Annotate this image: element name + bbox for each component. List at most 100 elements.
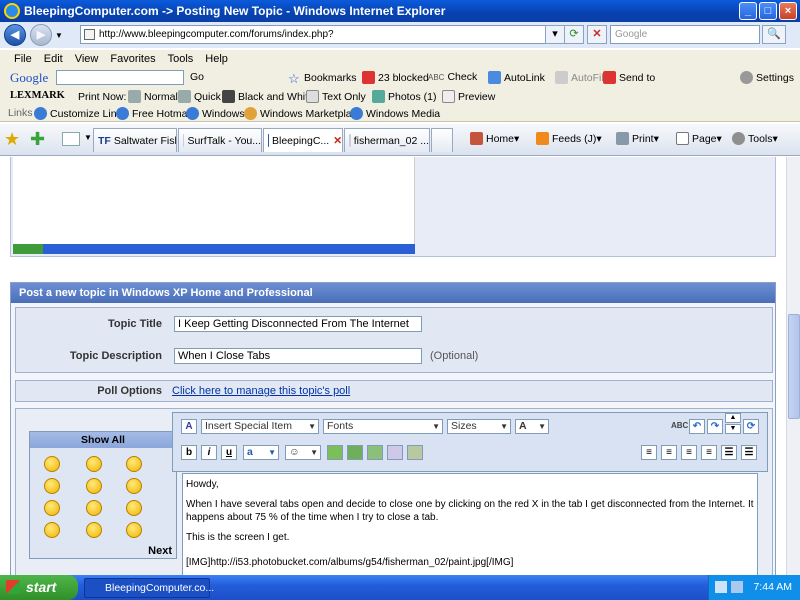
menu-help[interactable]: Help bbox=[205, 53, 228, 65]
insert-email-icon[interactable] bbox=[367, 445, 383, 460]
bookmarks-button[interactable]: ☆ Bookmarks bbox=[288, 71, 357, 86]
emoticon-select[interactable]: ☺ bbox=[285, 445, 321, 460]
print-button[interactable]: Print ▾ bbox=[616, 132, 659, 145]
print-bw-button[interactable]: Black and White bbox=[222, 90, 314, 103]
menu-tools[interactable]: Tools bbox=[168, 53, 194, 65]
smilies-next-link[interactable]: Next bbox=[148, 545, 172, 557]
spellcheck-icon[interactable]: ABC bbox=[671, 419, 688, 434]
quick-tabs-icon[interactable] bbox=[62, 132, 80, 146]
recent-pages-icon[interactable]: ▼ bbox=[55, 31, 63, 40]
show-all-smilies[interactable]: Show All bbox=[30, 432, 176, 448]
smiley-icon[interactable] bbox=[126, 478, 142, 494]
smiley-icon[interactable] bbox=[86, 456, 102, 472]
print-photos-button[interactable]: Photos (1) bbox=[372, 90, 436, 103]
autofill-button[interactable]: AutoFill bbox=[555, 71, 606, 84]
tab-list-icon[interactable]: ▼ bbox=[84, 133, 92, 142]
link-media[interactable]: Windows Media bbox=[350, 107, 440, 120]
minimize-button[interactable]: _ bbox=[739, 2, 757, 20]
italic-button[interactable]: i bbox=[201, 445, 217, 460]
redo-icon[interactable]: ↷ bbox=[707, 419, 723, 434]
insert-quote-icon[interactable] bbox=[387, 445, 403, 460]
tab-bleepingcomputer[interactable]: BleepingC... ✕ bbox=[263, 128, 343, 152]
menu-edit[interactable]: Edit bbox=[44, 53, 63, 65]
smiley-icon[interactable] bbox=[126, 456, 142, 472]
page-button[interactable]: Page ▾ bbox=[676, 132, 722, 145]
menu-file[interactable]: File bbox=[14, 53, 32, 65]
menu-favorites[interactable]: Favorites bbox=[110, 53, 155, 65]
taskbar-ie-window[interactable]: BleepingComputer.co... bbox=[84, 578, 214, 598]
insert-code-icon[interactable] bbox=[407, 445, 423, 460]
smiley-icon[interactable] bbox=[44, 456, 60, 472]
maximize-button[interactable]: □ bbox=[759, 2, 777, 20]
close-button[interactable]: × bbox=[779, 2, 797, 20]
undo-icon[interactable]: ↶ bbox=[689, 419, 705, 434]
settings-button[interactable]: Settings bbox=[740, 71, 794, 84]
align-right-icon[interactable]: ≡ bbox=[701, 445, 717, 460]
tools-button[interactable]: Tools ▾ bbox=[732, 132, 778, 145]
scrollbar-thumb[interactable] bbox=[788, 314, 800, 419]
stop-icon[interactable]: ✕ bbox=[587, 25, 607, 44]
spell-check-button[interactable]: ABC Check bbox=[428, 71, 477, 83]
sendto-button[interactable]: Send to bbox=[603, 71, 655, 84]
google-go-button[interactable]: Go bbox=[190, 71, 204, 83]
popup-blocker-button[interactable]: 23 blocked bbox=[362, 71, 429, 84]
print-quick-button[interactable]: Quick bbox=[178, 90, 221, 103]
print-normal-button[interactable]: Normal bbox=[128, 90, 178, 103]
smiley-icon[interactable] bbox=[44, 478, 60, 494]
bold-button[interactable]: b bbox=[181, 445, 197, 460]
format-icon[interactable]: A bbox=[181, 419, 197, 434]
insert-image-icon[interactable] bbox=[347, 445, 363, 460]
autolink-button[interactable]: AutoLink bbox=[488, 71, 545, 84]
text-style-select[interactable]: a bbox=[243, 445, 279, 460]
switch-mode-icon[interactable]: ⟳ bbox=[743, 419, 759, 434]
topic-description-input[interactable]: When I Close Tabs bbox=[174, 348, 422, 364]
unordered-list-icon[interactable]: ☰ bbox=[741, 445, 757, 460]
close-tab-icon[interactable]: ✕ bbox=[333, 135, 342, 147]
smiley-icon[interactable] bbox=[86, 500, 102, 516]
insert-link-icon[interactable] bbox=[327, 445, 343, 460]
align-center-icon[interactable]: ≡ bbox=[681, 445, 697, 460]
smiley-icon[interactable] bbox=[86, 478, 102, 494]
align-left-icon[interactable]: ≡ bbox=[661, 445, 677, 460]
topic-title-input[interactable]: I Keep Getting Disconnected From The Int… bbox=[174, 316, 422, 332]
forward-button[interactable]: ▶ bbox=[30, 24, 52, 46]
home-button[interactable]: Home ▾ bbox=[470, 132, 519, 145]
feeds-button[interactable]: Feeds (J) ▾ bbox=[536, 132, 602, 145]
fonts-select[interactable]: Fonts bbox=[323, 419, 443, 434]
ordered-list-icon[interactable]: ☰ bbox=[721, 445, 737, 460]
address-input[interactable]: http://www.bleepingcomputer.com/forums/i… bbox=[80, 25, 558, 44]
outdent-icon[interactable]: ≡ bbox=[641, 445, 657, 460]
link-customize[interactable]: Customize Links bbox=[34, 107, 127, 120]
address-dropdown-icon[interactable]: ▾ bbox=[545, 25, 565, 44]
favorites-star-icon[interactable]: ★ bbox=[4, 129, 20, 150]
add-favorite-icon[interactable]: ✚ bbox=[30, 129, 45, 150]
special-item-select[interactable]: Insert Special Item bbox=[201, 419, 319, 434]
smiley-icon[interactable] bbox=[126, 522, 142, 538]
manage-poll-link[interactable]: Click here to manage this topic's poll bbox=[172, 385, 350, 397]
font-color-select[interactable]: A bbox=[515, 419, 549, 434]
resize-down-icon[interactable]: ▼ bbox=[725, 424, 741, 434]
start-button[interactable]: start bbox=[0, 575, 78, 600]
tab-surftalk[interactable]: SurfTalk - You... bbox=[178, 128, 262, 152]
smiley-icon[interactable] bbox=[126, 500, 142, 516]
sizes-select[interactable]: Sizes bbox=[447, 419, 511, 434]
tab-fisherman[interactable]: fisherman_02 ... bbox=[344, 128, 430, 152]
underline-button[interactable]: u bbox=[221, 445, 237, 460]
post-body-textarea[interactable]: Howdy, When I have several tabs open and… bbox=[182, 473, 758, 575]
link-hotmail[interactable]: Free Hotmail bbox=[116, 107, 192, 120]
search-icon[interactable]: 🔍 bbox=[762, 25, 786, 44]
link-windows[interactable]: Windows bbox=[186, 107, 245, 120]
clock[interactable]: 7:44 AM bbox=[753, 581, 792, 593]
new-tab-button[interactable] bbox=[431, 128, 453, 152]
back-button[interactable]: ◀ bbox=[4, 24, 26, 46]
smiley-icon[interactable] bbox=[86, 522, 102, 538]
volume-icon[interactable] bbox=[731, 581, 743, 593]
tab-saltwater[interactable]: TFSaltwater Fish... bbox=[93, 128, 177, 152]
smiley-icon[interactable] bbox=[44, 500, 60, 516]
refresh-icon[interactable]: ⟳ bbox=[564, 25, 584, 44]
search-input[interactable]: Google bbox=[610, 25, 760, 44]
network-icon[interactable] bbox=[715, 581, 727, 593]
google-search-input[interactable] bbox=[56, 70, 184, 85]
smiley-icon[interactable] bbox=[44, 522, 60, 538]
print-preview-button[interactable]: Preview bbox=[442, 90, 495, 103]
